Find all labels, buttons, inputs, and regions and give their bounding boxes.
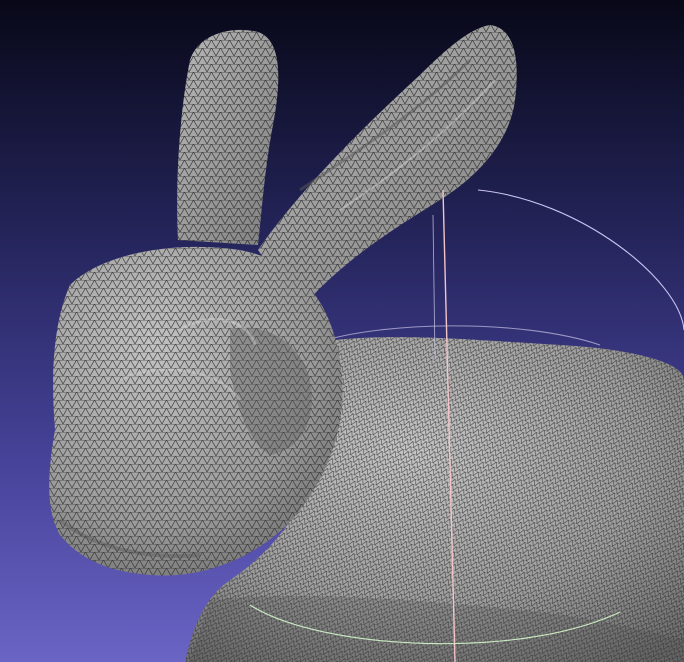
3d-viewport[interactable]: [0, 0, 684, 662]
scene-canvas[interactable]: [0, 0, 684, 662]
